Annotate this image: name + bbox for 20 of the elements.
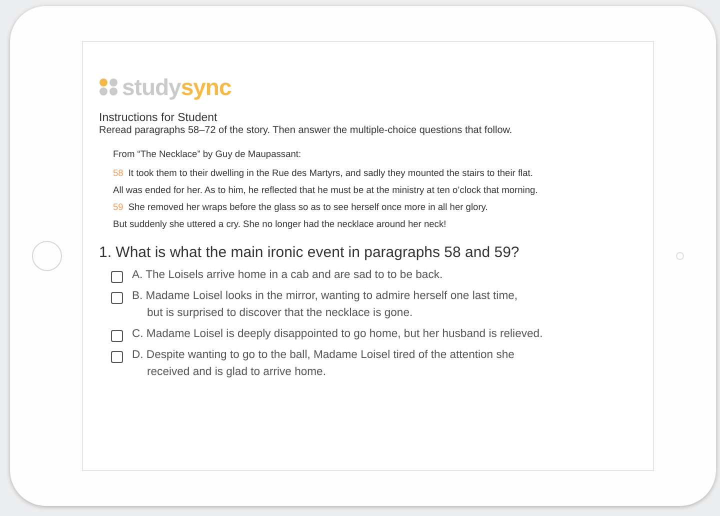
paragraph-number: 59 [113,201,124,213]
answer-checkbox[interactable] [111,330,123,342]
question-text: 1. What is what the main ironic event in paragraphs 58 and 59? [99,244,520,261]
paragraph-number: 58 [113,167,124,179]
camera-dot [676,252,684,260]
dots-icon [99,78,119,96]
answer-option[interactable]: B. Madame Loisel looks in the mirror, wanting to admire herself one last time, but is surprised to discover that the necklace is gone. [132,288,518,322]
passage-line: It took them to their dwelling in the Rue des Martyrs, and sadly they mounted the stairs to their flat. [128,167,533,179]
answer-checkbox[interactable] [111,271,123,283]
answer-option[interactable]: A. The Loisels arrive home in a cab and are sad to to be back. [132,267,443,284]
passage-line: All was ended for her. As to him, he reflected that he must be at the ministry at ten o’clock that morning. [113,184,538,196]
answer-checkbox[interactable] [111,292,123,304]
answer-option[interactable]: C. Madame Loisel is deeply disappointed to go home, but her husband is relieved. [132,326,543,343]
excerpt-source: From “The Necklace” by Guy de Maupassant: [113,148,302,160]
answer-checkbox[interactable] [111,351,123,363]
instructions-text: Reread paragraphs 58–72 of the story. Then answer the multiple-choice questions that follow. [99,125,514,136]
passage-line: She removed her wraps before the glass so as to see herself once more in all her glory. [128,201,488,213]
answer-option[interactable]: D. Despite wanting to go to the ball, Madame Loisel tired of the attention she received and is glad to arrive home. [132,347,514,381]
passage-line: But suddenly she uttered a cry. She no longer had the necklace around her neck! [113,218,446,230]
instructions-title: Instructions for Student [99,112,218,125]
